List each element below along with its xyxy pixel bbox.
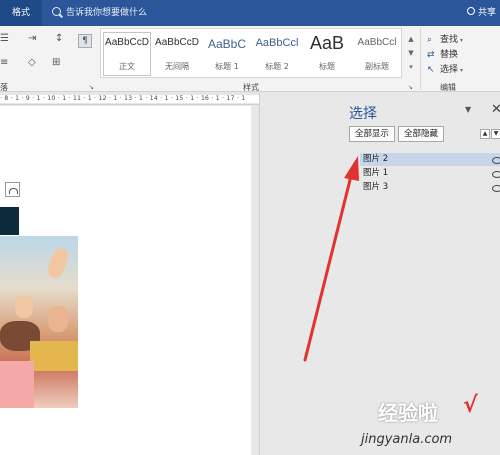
sort-icon[interactable]: ↕ (55, 34, 63, 44)
style-subtitle[interactable]: AaBbCcl 副标题 (353, 32, 401, 76)
replace-label: 替换 (440, 50, 459, 60)
eye-icon[interactable] (492, 181, 500, 194)
title-bar: 格式 告诉我你想要做什么 共享 (0, 0, 500, 26)
chevron-down-icon: ▾ (460, 37, 464, 44)
style-preview: AaB (309, 33, 345, 53)
ribbon: ☰ ⇥ ↕ ¶ ≡ ◇ ⊞ 落 ↘ AaBbCcD 正文 AaBbCcD 无间隔… (0, 26, 500, 92)
share-button[interactable]: 共享 (466, 0, 496, 26)
ruler-ticks: · 8 · 1 · 9 · 1 · 10 · 1 · 11 · 1 · 12 ·… (0, 95, 246, 102)
style-heading-2[interactable]: AaBbCcl 标题 2 (253, 32, 301, 76)
find-button[interactable]: ⌕ 查找 ▾ (427, 32, 463, 45)
style-preview: AaBbCcl (255, 37, 299, 49)
style-preview: AaBbCcl (357, 37, 397, 48)
style-preview: AaBbCcD (105, 37, 149, 48)
style-name: 副标题 (365, 62, 389, 71)
ruler-track: · 8 · 1 · 9 · 1 · 10 · 1 · 11 · 1 · 12 ·… (0, 95, 259, 103)
tab-format[interactable]: 格式 (0, 0, 42, 26)
watermark-text: 经验啦 (378, 401, 438, 425)
find-label: 查找 (440, 35, 459, 45)
list-item[interactable]: 图片 1 (360, 167, 500, 180)
style-normal[interactable]: AaBbCcD 正文 (103, 32, 151, 76)
tell-me-search[interactable]: 告诉我你想要做什么 (52, 0, 147, 26)
dialog-launcher-icon[interactable]: ↘ (89, 83, 94, 93)
photo-detail (30, 341, 78, 371)
list-item[interactable]: 图片 2 (360, 153, 500, 166)
replace-button[interactable]: ⇄ 替换 (427, 47, 458, 60)
lightbulb-icon (52, 7, 61, 16)
object-name: 图片 1 (363, 168, 389, 178)
page-anchor (0, 106, 1, 107)
document-area[interactable] (0, 106, 259, 455)
style-preview: AaBbCcD (155, 37, 199, 48)
pane-options-icon[interactable]: ▼ (465, 105, 471, 114)
bring-forward-icon[interactable]: ▲ (480, 129, 490, 139)
share-label: 共享 (477, 8, 496, 18)
shading-icon[interactable]: ◇ (28, 58, 36, 68)
border-icon[interactable]: ⊞ (52, 58, 60, 68)
chevron-down-icon: ▾ (460, 67, 464, 74)
scroll-up-icon[interactable]: ▲ (405, 32, 417, 46)
layout-options-icon[interactable] (5, 182, 20, 197)
search-icon: ⌕ (427, 35, 433, 45)
photo-detail (48, 306, 68, 332)
styles-scroll[interactable]: ▲ ▼ ▾ (405, 32, 417, 76)
select-label: 选择 (440, 65, 459, 75)
eye-icon[interactable] (492, 153, 500, 166)
object-name: 图片 2 (363, 154, 389, 164)
photo-detail (45, 246, 71, 280)
style-preview: AaBbC (207, 37, 247, 51)
close-icon[interactable]: ✕ (491, 102, 500, 117)
style-name: 标题 2 (265, 62, 289, 71)
hide-all-button[interactable]: 全部隐藏 (398, 126, 444, 142)
replace-icon: ⇄ (427, 50, 435, 60)
align-icon[interactable]: ≡ (0, 58, 8, 68)
selected-picture[interactable] (0, 236, 78, 408)
watermark-check: √ (463, 393, 478, 418)
style-name: 无间隔 (165, 62, 189, 71)
style-no-spacing[interactable]: AaBbCcD 无间隔 (153, 32, 201, 76)
object-name: 图片 3 (363, 182, 389, 192)
photo-detail (15, 296, 33, 318)
style-name: 正文 (119, 62, 135, 71)
scroll-down-icon[interactable]: ▼ (405, 46, 417, 60)
cursor-icon: ↖ (427, 65, 435, 75)
indent-icon[interactable]: ⇥ (28, 34, 36, 44)
horizontal-ruler[interactable]: · 8 · 1 · 9 · 1 · 10 · 1 · 11 · 1 · 12 ·… (0, 93, 259, 105)
list-icon[interactable]: ☰ (0, 34, 9, 44)
photo-detail (0, 361, 34, 408)
paragraph-group-label: 落 (0, 83, 8, 92)
styles-gallery: AaBbCcD 正文 AaBbCcD 无间隔 AaBbC 标题 1 AaBbCc… (100, 28, 402, 78)
send-backward-icon[interactable]: ▼ (491, 129, 500, 139)
eye-icon[interactable] (492, 167, 500, 180)
list-item[interactable]: 图片 3 (360, 181, 500, 194)
image-dark-strip[interactable] (0, 207, 19, 235)
editing-group-label: 编辑 (440, 83, 456, 92)
styles-launcher-icon[interactable]: ↘ (408, 83, 413, 93)
more-styles-icon[interactable]: ▾ (405, 60, 417, 74)
style-name: 标题 1 (215, 62, 239, 71)
watermark-url: jingyanla.com (361, 432, 453, 447)
style-heading-1[interactable]: AaBbC 标题 1 (203, 32, 251, 76)
show-marks-icon[interactable]: ¶ (78, 34, 92, 48)
show-all-button[interactable]: 全部显示 (349, 126, 395, 142)
styles-group-label: 样式 (243, 83, 259, 92)
pane-title: 选择 (349, 106, 377, 122)
tell-me-text: 告诉我你想要做什么 (66, 8, 148, 18)
person-icon (466, 7, 475, 15)
select-button[interactable]: ↖ 选择 ▾ (427, 62, 463, 75)
editing-group: ⌕ 查找 ▾ ⇄ 替换 ↖ 选择 ▾ (420, 28, 500, 90)
style-title[interactable]: AaB 标题 (303, 32, 351, 76)
style-name: 标题 (319, 62, 335, 71)
